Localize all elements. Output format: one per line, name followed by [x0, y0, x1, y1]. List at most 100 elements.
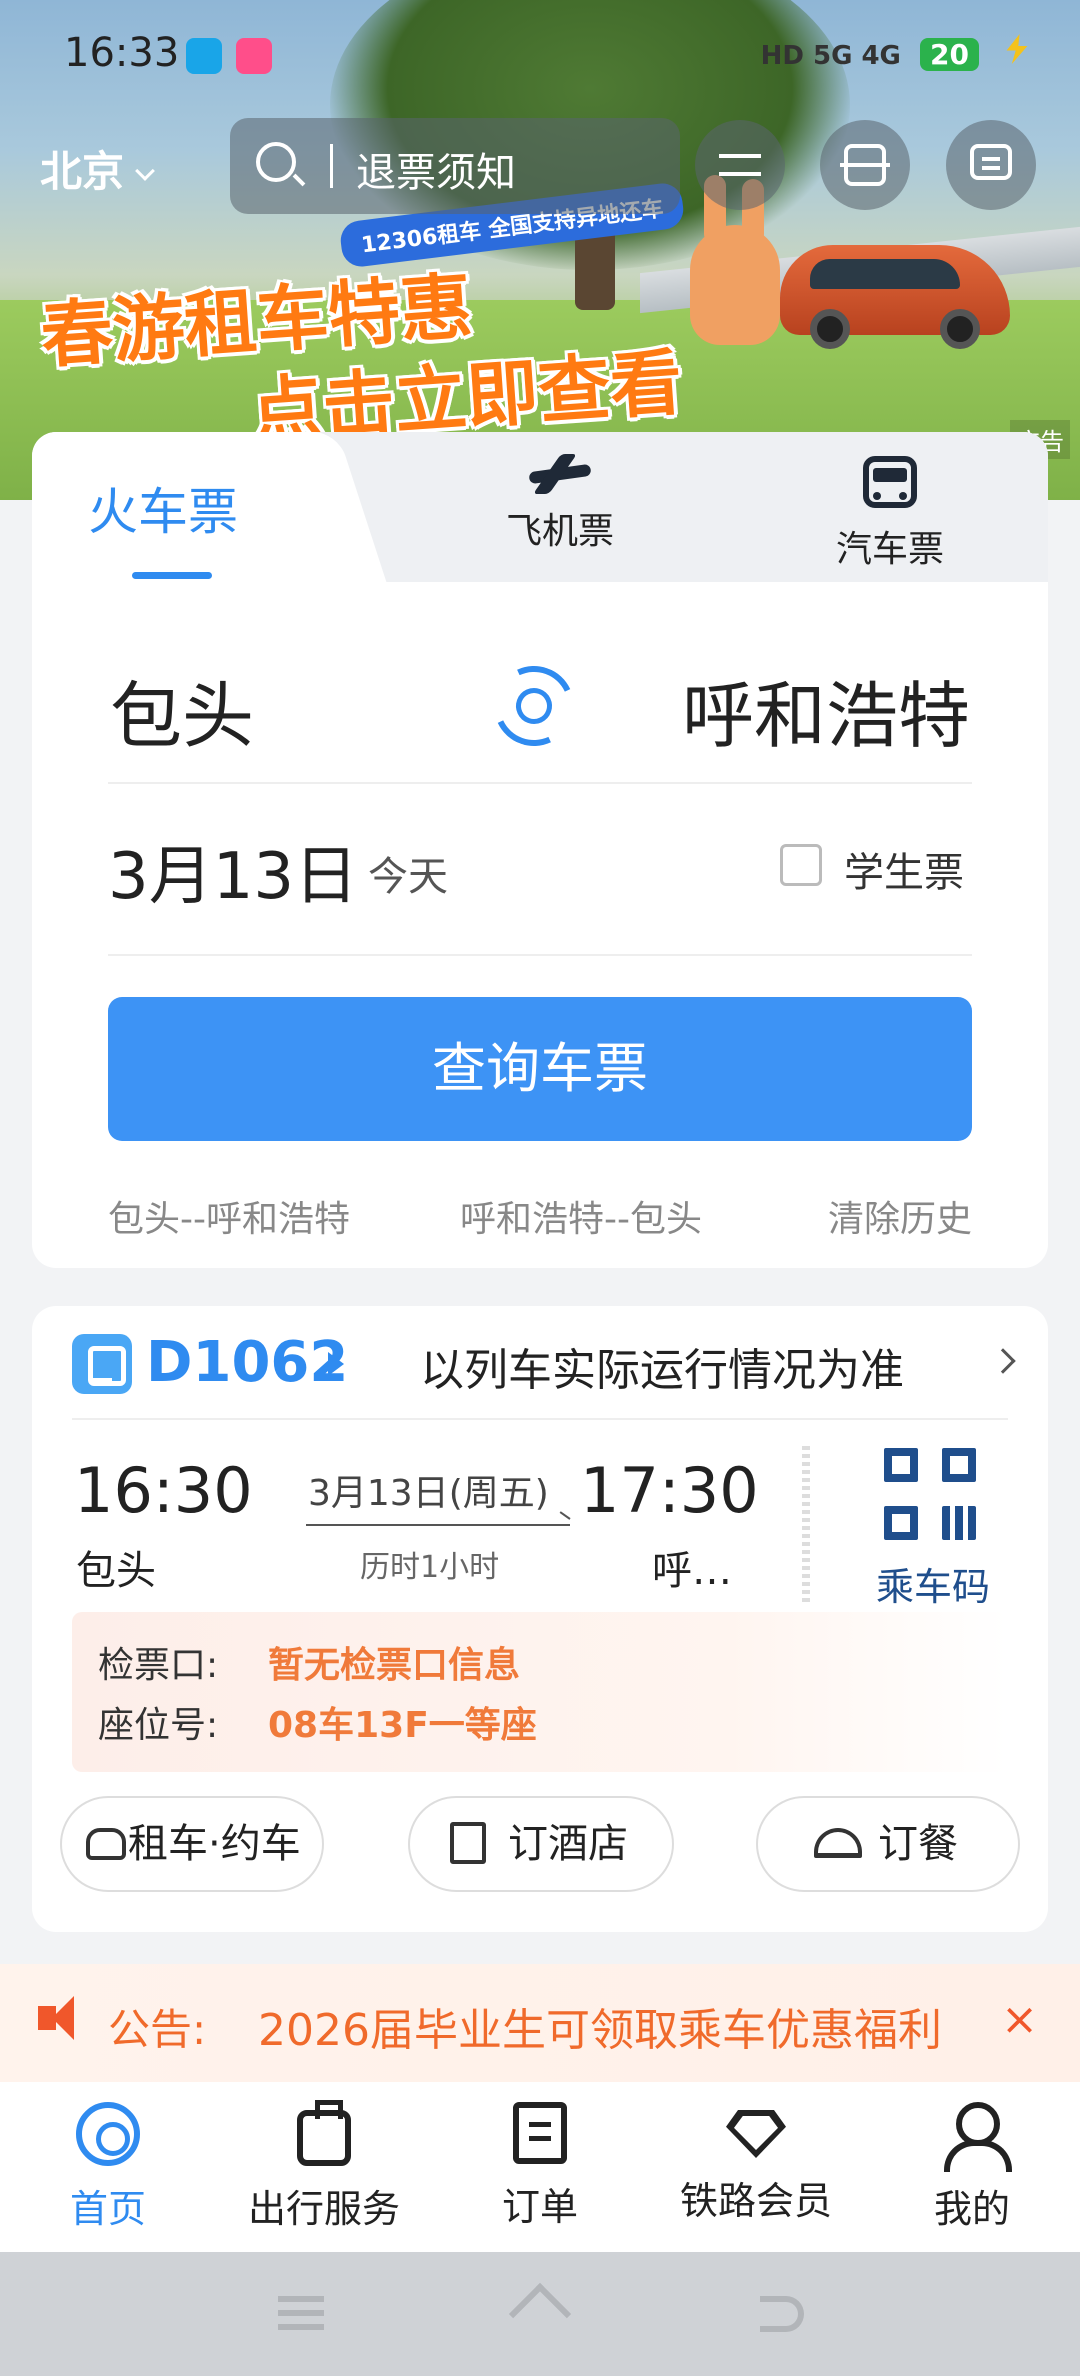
order-meal-button[interactable]: 订餐 [756, 1796, 1020, 1892]
search-icon [256, 142, 296, 182]
luggage-icon [297, 2100, 351, 2166]
qr-code-icon[interactable] [884, 1448, 976, 1540]
history-item[interactable]: 包头--呼和浩特 [108, 1190, 350, 1242]
chevron-down-icon [135, 161, 155, 181]
banner-car-image [780, 245, 1010, 349]
ride-code-label[interactable]: 乘车码 [876, 1556, 990, 1611]
railway-logo-icon [510, 682, 558, 730]
chevron-right-icon[interactable] [990, 1348, 1016, 1374]
car-rental-label: 租车·约车 [128, 1821, 301, 1867]
order-meal-label: 订餐 [878, 1821, 958, 1867]
divider [72, 1418, 1008, 1420]
car-rental-button[interactable]: 租车·约车 [60, 1796, 324, 1892]
meal-cloche-icon [814, 1828, 862, 1858]
arrival-station: 呼… [652, 1548, 732, 1594]
swap-icon [719, 154, 761, 158]
signal-text: HD 5G 4G [760, 41, 901, 71]
charging-icon [1006, 34, 1028, 64]
scan-button[interactable] [820, 120, 910, 210]
home-nav-icon[interactable] [508, 2282, 572, 2346]
tab-bus-label: 汽车票 [835, 529, 944, 570]
search-placeholder: 退票须知 [356, 150, 516, 196]
student-ticket-label[interactable]: 学生票 [844, 840, 964, 898]
tab-indicator [132, 572, 212, 579]
query-tickets-button[interactable]: 查询车票 [108, 997, 972, 1141]
train-number[interactable]: D1062 [146, 1330, 348, 1395]
order-icon [513, 2102, 567, 2164]
city-selector[interactable]: 北京 [40, 138, 155, 199]
swap-icon-line [719, 172, 761, 176]
nav-profile-label: 我的 [933, 2187, 1010, 2231]
status-time: 16:33 [64, 30, 180, 76]
ticket-tabs: 火车票 飞机票 汽车票 [32, 432, 1048, 582]
nav-travel-services[interactable]: 出行服务 [216, 2100, 432, 2233]
tab-train[interactable]: 火车票 [88, 472, 238, 544]
close-icon[interactable]: × [1001, 1994, 1038, 2045]
nav-home[interactable]: 首页 [0, 2102, 216, 2233]
tab-plane[interactable]: 飞机票 [480, 456, 640, 554]
arrow-icon [306, 1524, 570, 1526]
from-station[interactable]: 包头 [110, 657, 254, 762]
battery-icon: 20 [919, 38, 979, 71]
ticket-info-box: 检票口: 暂无检票口信息 座位号: 08车13F一等座 [72, 1612, 1008, 1772]
top-bar: 北京 退票须知 [0, 118, 1080, 214]
tab-bus[interactable]: 汽车票 [810, 456, 970, 572]
divider [108, 782, 972, 784]
message-icon [970, 144, 1012, 180]
swap-stations-button[interactable] [482, 654, 586, 758]
seat-value: 08车13F一等座 [268, 1705, 537, 1746]
nav-home-label: 首页 [69, 2187, 146, 2231]
status-right: HD 5G 4G 20 [761, 34, 1030, 71]
divider [108, 954, 972, 956]
bus-icon [863, 456, 917, 508]
app-notification-icon [186, 38, 222, 74]
nav-travel-label: 出行服务 [247, 2187, 400, 2231]
announcement-bar[interactable]: 公告: 2026届毕业生可领取乘车优惠福利 × [0, 1964, 1080, 2082]
gate-value: 暂无检票口信息 [268, 1645, 521, 1686]
departure-date[interactable]: 3月13日 [108, 825, 358, 917]
bottom-navigation: 首页 出行服务 订单 铁路会员 我的 [0, 2082, 1080, 2252]
train-icon [72, 1334, 132, 1394]
system-navigation-bar [0, 2252, 1080, 2376]
seat-label: 座位号: [98, 1705, 219, 1746]
trip-notice: 以列车实际运行情况为准 [420, 1345, 904, 1396]
gate-label: 检票口: [98, 1645, 219, 1686]
nav-orders[interactable]: 订单 [432, 2102, 648, 2231]
banner-mascot-image [690, 175, 780, 345]
nav-membership-label: 铁路会员 [679, 2179, 832, 2223]
history-item[interactable]: 呼和浩特--包头 [460, 1190, 702, 1242]
menu-icon[interactable] [278, 2296, 324, 2302]
arrival-time: 17:30 [580, 1454, 759, 1527]
to-station[interactable]: 呼和浩特 [682, 657, 970, 762]
departure-station: 包头 [76, 1548, 156, 1594]
diamond-icon [726, 2110, 786, 2158]
search-bar[interactable]: 退票须知 [230, 118, 680, 214]
tab-plane-label: 飞机票 [505, 511, 614, 552]
dashed-divider [802, 1446, 810, 1606]
nav-orders-label: 订单 [501, 2185, 578, 2229]
switch-mode-button[interactable] [695, 120, 785, 210]
nav-profile[interactable]: 我的 [864, 2102, 1080, 2233]
nav-membership[interactable]: 铁路会员 [648, 2102, 864, 2225]
book-hotel-button[interactable]: 订酒店 [408, 1796, 674, 1892]
search-divider [330, 144, 333, 188]
speaker-icon [38, 1996, 74, 2040]
student-ticket-checkbox[interactable] [780, 844, 822, 886]
messages-button[interactable] [946, 120, 1036, 210]
clear-history-button[interactable]: 清除历史 [828, 1190, 972, 1242]
user-icon [942, 2102, 1012, 2172]
plane-icon [525, 456, 595, 490]
announcement-text[interactable]: 2026届毕业生可领取乘车优惠福利 [258, 1994, 948, 2058]
trip-date: 3月13日(周五) [308, 1473, 549, 1514]
departure-time: 16:30 [74, 1454, 253, 1527]
back-icon[interactable] [760, 2296, 804, 2332]
date-hint: 今天 [368, 854, 448, 900]
trip-duration: 历时1小时 [360, 1550, 500, 1585]
play-arrow-icon [328, 1352, 344, 1376]
scan-icon [840, 144, 890, 186]
upcoming-trip-card[interactable]: D1062 以列车实际运行情况为准 16:30 包头 3月13日(周五) 历时1… [32, 1306, 1048, 1932]
announcement-label: 公告: [108, 2005, 207, 2054]
home-icon [76, 2102, 140, 2166]
city-label: 北京 [40, 147, 125, 196]
car-icon [86, 1828, 126, 1860]
